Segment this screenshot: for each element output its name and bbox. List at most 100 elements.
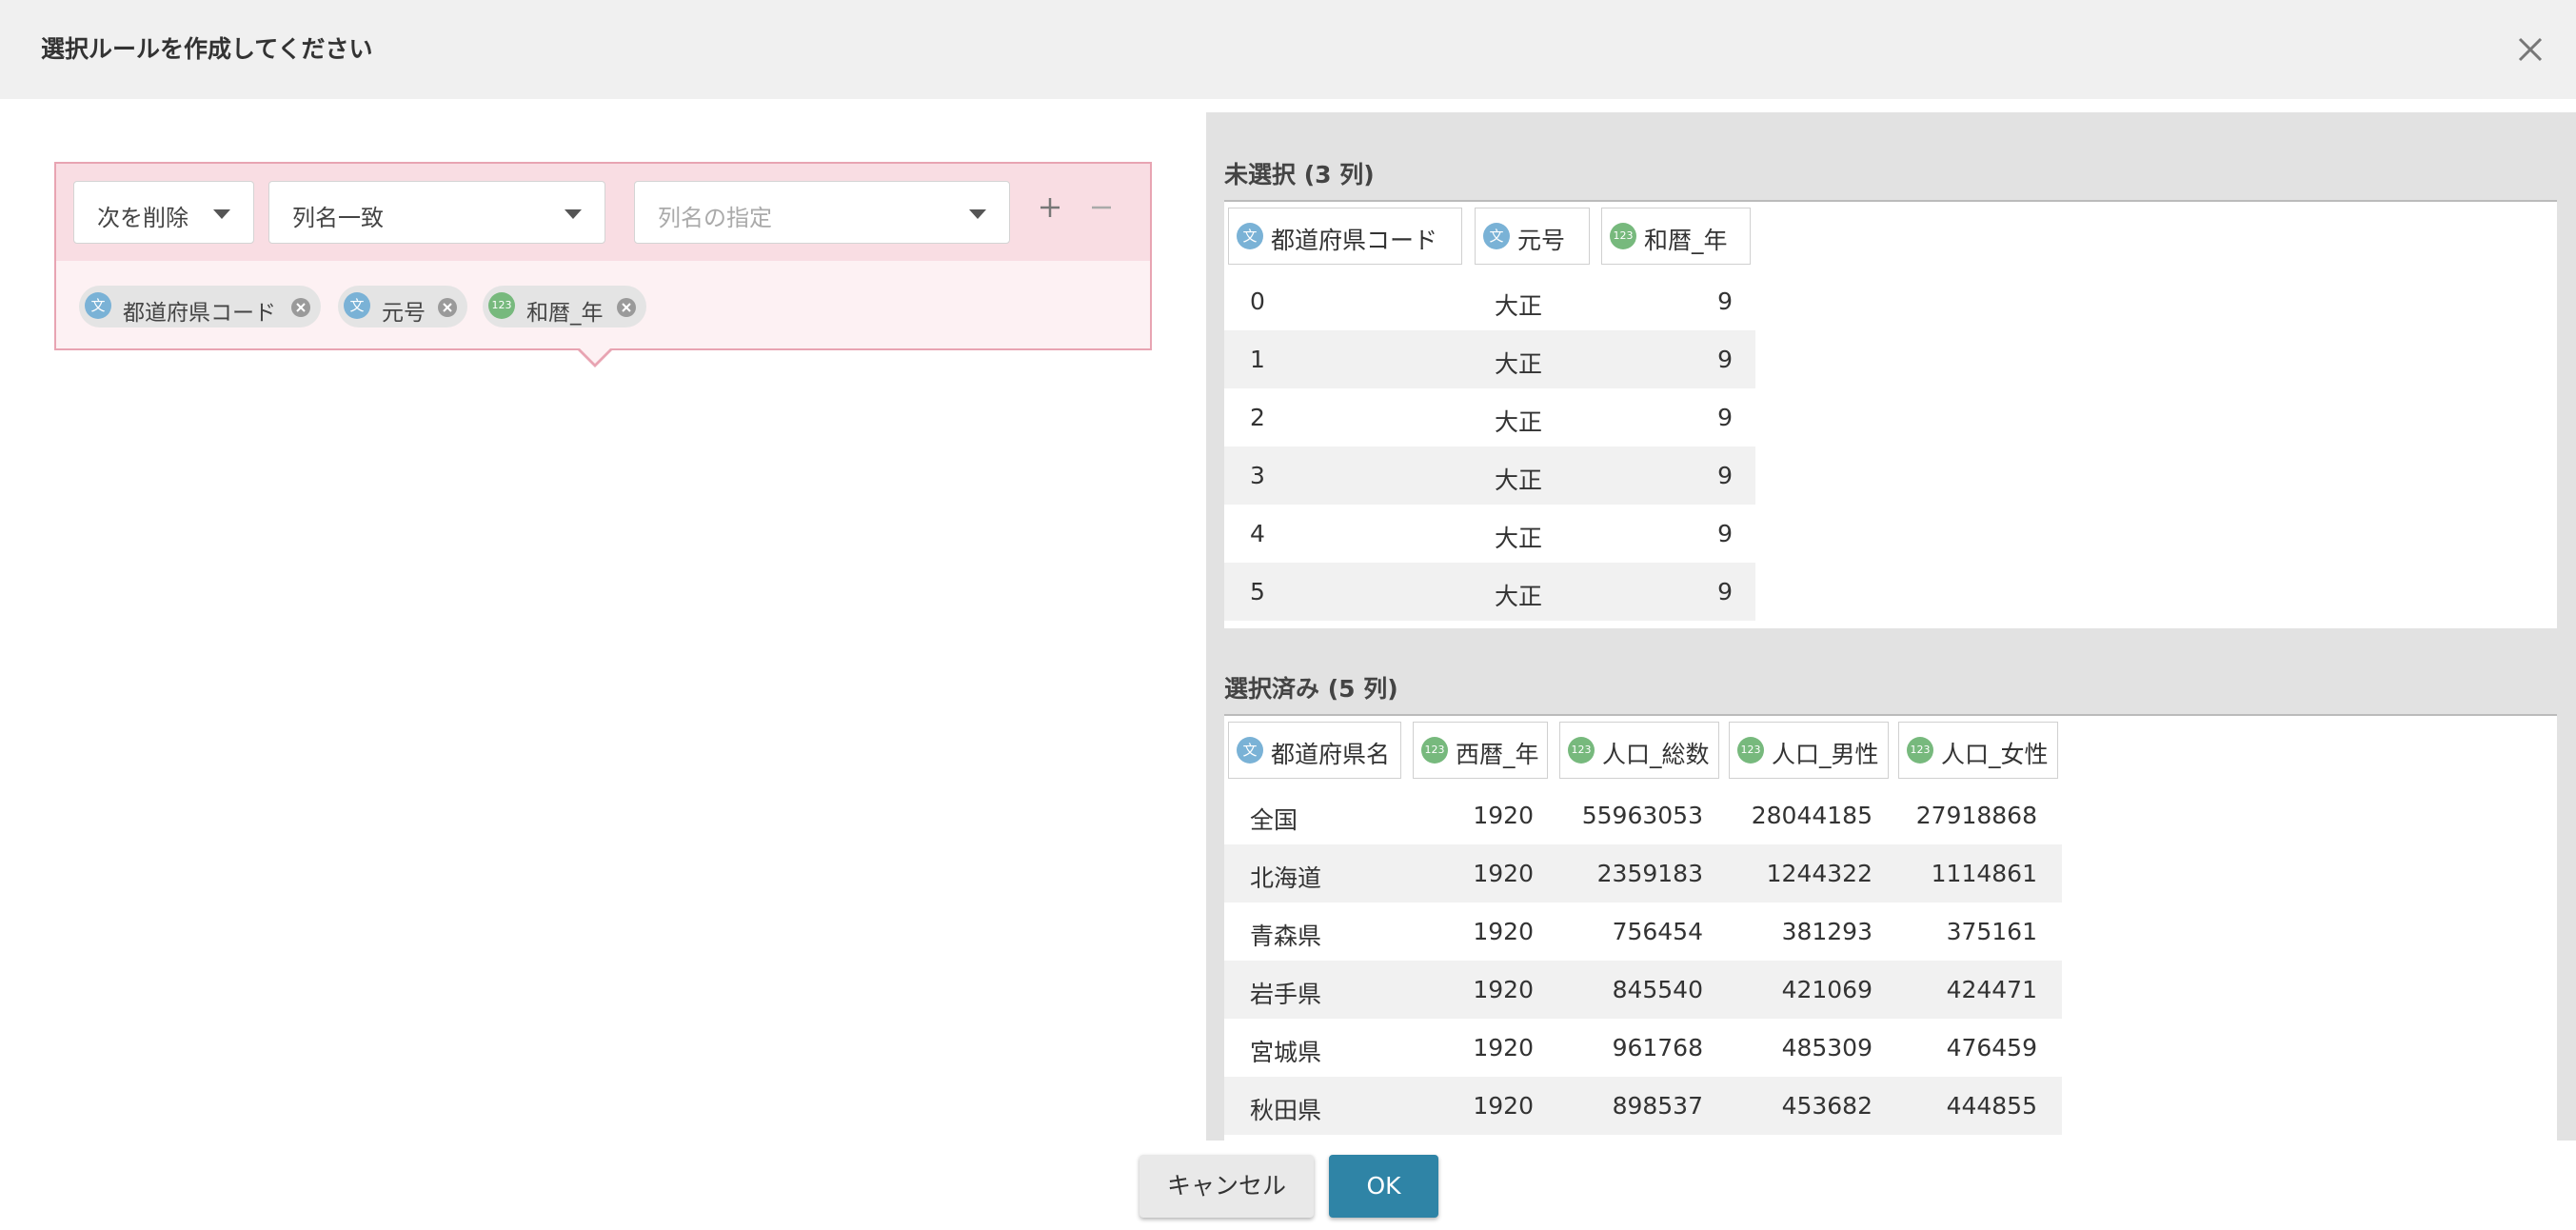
table-cell: 大正	[1495, 466, 1543, 494]
table-cell: 4	[1250, 520, 1265, 547]
add-rule-button[interactable]	[1027, 185, 1073, 230]
column-chip: 文 都道府県コード	[79, 286, 321, 327]
string-type-icon: 文	[1237, 737, 1263, 764]
table-cell: 大正	[1495, 350, 1543, 378]
column-select[interactable]: 列名の指定	[634, 181, 1010, 244]
table-cell: 485309	[1781, 1034, 1873, 1061]
table-cell: 青森県	[1250, 922, 1322, 950]
chip-remove-button[interactable]	[616, 297, 637, 324]
column-header[interactable]: 123 人口_男性	[1729, 722, 1889, 779]
table-row: 秋田県 1920 898537 453682 444855	[1224, 1077, 2062, 1135]
table-row: 青森県 1920 756454 381293 375161	[1224, 903, 2062, 961]
action-select-value: 次を削除	[97, 205, 188, 231]
table-row: 岩手県 1920 845540 421069 424471	[1224, 961, 2062, 1019]
close-circle-icon	[291, 298, 310, 317]
table-cell: 3	[1250, 462, 1265, 489]
chip-label: 和暦_年	[526, 301, 604, 326]
column-header[interactable]: 文 都道府県名	[1228, 722, 1401, 779]
string-type-icon: 文	[1237, 223, 1263, 249]
table-cell: 1920	[1473, 918, 1534, 945]
table-row: 北海道 1920 2359183 1244322 1114861	[1224, 844, 2062, 903]
column-header-label: 人口_男性	[1772, 741, 1879, 768]
table-cell: 大正	[1495, 292, 1543, 320]
table-cell: 0	[1250, 288, 1265, 315]
column-header[interactable]: 123 人口_女性	[1898, 722, 2058, 779]
column-header-label: 都道府県コード	[1271, 227, 1438, 254]
match-select[interactable]: 列名一致	[268, 181, 605, 244]
column-header-label: 都道府県名	[1271, 741, 1391, 768]
table-cell: 北海道	[1250, 864, 1322, 892]
number-type-icon: 123	[1610, 223, 1636, 249]
rule-controls: 次を削除 列名一致 列名の指定	[56, 164, 1150, 261]
table-cell: 453682	[1781, 1092, 1873, 1120]
table-cell: 大正	[1495, 525, 1543, 552]
preview-pane[interactable]: 未選択 (3 列) 文 都道府県コード 文 元号 123 和暦_年 0 大正 9…	[1206, 112, 2576, 1141]
table-cell: 1920	[1473, 802, 1534, 829]
column-header-label: 西暦_年	[1456, 741, 1539, 768]
table-cell: 9	[1717, 288, 1733, 315]
column-header[interactable]: 123 西暦_年	[1413, 722, 1548, 779]
table-cell: 2	[1250, 404, 1265, 431]
number-type-icon: 123	[1421, 737, 1448, 764]
panel-pointer-fill	[578, 347, 612, 364]
column-header-label: 人口_女性	[1941, 741, 2049, 768]
close-button[interactable]	[2507, 27, 2553, 72]
table-cell: 秋田県	[1250, 1097, 1322, 1124]
table-cell: 9	[1717, 404, 1733, 431]
table-cell: 28044185	[1751, 802, 1873, 829]
table-cell: 444855	[1946, 1092, 2037, 1120]
column-header-label: 元号	[1517, 227, 1566, 254]
table-cell: 55963053	[1581, 802, 1703, 829]
table-cell: 9	[1717, 520, 1733, 547]
table-cell: 大正	[1495, 408, 1543, 436]
column-header[interactable]: 123 和暦_年	[1601, 208, 1751, 265]
number-type-icon: 123	[1737, 737, 1764, 764]
table-row: 宮城県 1920 961768 485309 476459	[1224, 1019, 2062, 1077]
ok-button[interactable]: OK	[1329, 1155, 1438, 1218]
chip-remove-button[interactable]	[290, 297, 311, 324]
table-cell: 845540	[1612, 976, 1703, 1003]
table-row: 2 大正 9	[1224, 388, 1755, 446]
column-header-label: 人口_総数	[1602, 741, 1710, 768]
unselected-table: 文 都道府県コード 文 元号 123 和暦_年 0 大正 9 1 大正 9 2 …	[1224, 200, 2557, 628]
table-cell: 424471	[1946, 976, 2037, 1003]
close-circle-icon	[438, 298, 457, 317]
table-cell: 375161	[1946, 918, 2037, 945]
column-header-label: 和暦_年	[1644, 227, 1728, 254]
close-circle-icon	[617, 298, 636, 317]
remove-rule-button[interactable]	[1079, 185, 1124, 230]
table-cell: 1920	[1473, 1092, 1534, 1120]
string-type-icon: 文	[1483, 223, 1510, 249]
rule-panel: 次を削除 列名一致 列名の指定 文 都道府県コード 文 元号 123 和暦_年	[54, 162, 1152, 350]
chevron-down-icon	[213, 209, 230, 219]
cancel-button[interactable]: キャンセル	[1139, 1155, 1314, 1218]
table-cell: 岩手県	[1250, 981, 1322, 1008]
table-cell: 961768	[1612, 1034, 1703, 1061]
table-cell: 1	[1250, 346, 1265, 373]
selected-title: 選択済み (5 列)	[1224, 675, 1398, 703]
table-cell: 5	[1250, 578, 1265, 605]
string-type-icon: 文	[85, 292, 111, 319]
table-row: 3 大正 9	[1224, 446, 1755, 505]
chip-label: 都道府県コード	[123, 301, 276, 326]
minus-icon	[1092, 206, 1111, 209]
chip-remove-button[interactable]	[437, 297, 458, 324]
dialog-title: 選択ルールを作成してください	[41, 35, 373, 63]
table-cell: 宮城県	[1250, 1039, 1322, 1066]
table-cell: 381293	[1781, 918, 1873, 945]
table-cell: 1920	[1473, 976, 1534, 1003]
column-header[interactable]: 123 人口_総数	[1559, 722, 1719, 779]
table-cell: 1920	[1473, 860, 1534, 887]
number-type-icon: 123	[488, 292, 515, 319]
table-cell: 476459	[1946, 1034, 2037, 1061]
number-type-icon: 123	[1568, 737, 1595, 764]
table-cell: 2359183	[1596, 860, 1703, 887]
table-cell: 全国	[1250, 806, 1298, 834]
selected-table: 文 都道府県名 123 西暦_年 123 人口_総数 123 人口_男性 123…	[1224, 714, 2557, 1141]
table-row: 1 大正 9	[1224, 330, 1755, 388]
table-cell: 898537	[1612, 1092, 1703, 1120]
action-select[interactable]: 次を削除	[73, 181, 254, 244]
column-header[interactable]: 文 都道府県コード	[1228, 208, 1462, 265]
table-cell: 大正	[1495, 583, 1543, 610]
column-header[interactable]: 文 元号	[1475, 208, 1590, 265]
